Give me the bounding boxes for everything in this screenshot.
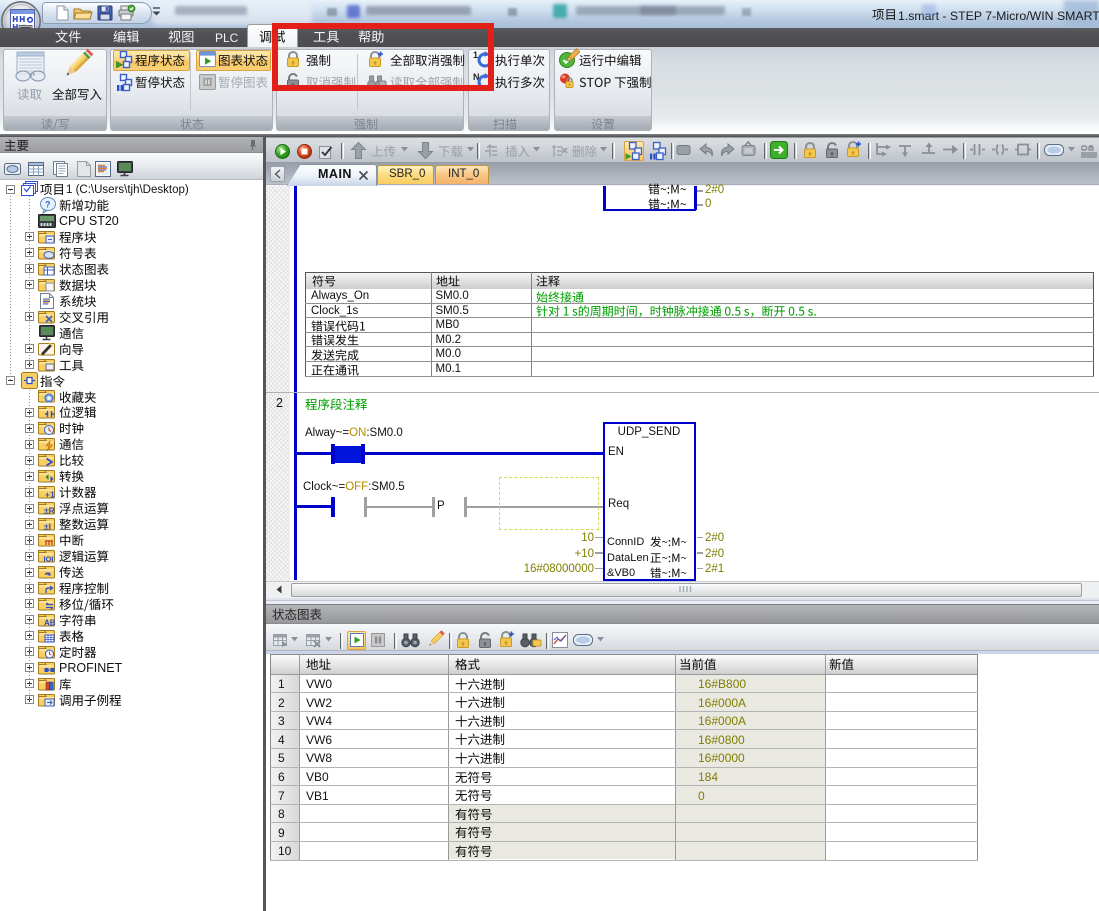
svg-text:?: ?: [45, 199, 51, 209]
